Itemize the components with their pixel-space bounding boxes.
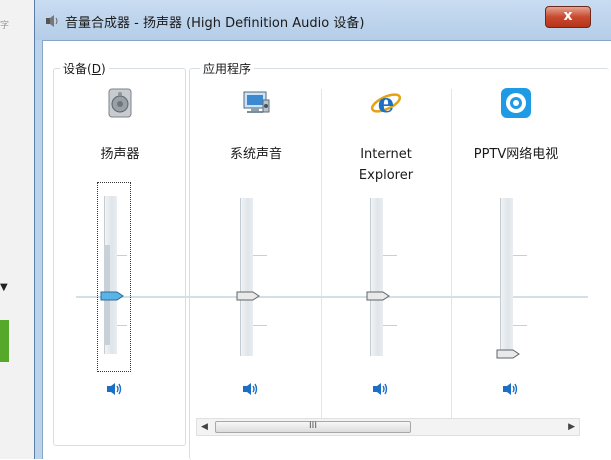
mute-button[interactable] [242,381,260,397]
app-name-line1: Internet [360,147,412,162]
slider-tick [253,255,267,256]
scroll-left-arrow-icon[interactable]: ◀ [201,422,208,432]
slider-tick [383,255,397,256]
volume-slider-thumb[interactable] [366,291,390,301]
internet-explorer-icon[interactable]: e [369,86,403,120]
app-name-line2: Explorer [358,168,414,183]
scrollbar-thumb[interactable]: III [215,421,411,433]
background-app: 字 ▼ [0,0,36,459]
slider-tick [253,325,267,326]
mute-button[interactable] [106,381,124,397]
background-arrow-icon: ▼ [0,282,8,293]
svg-text:e: e [378,89,395,119]
channel-internet-explorer: e Internet Explorer [321,86,451,406]
app-name: Internet Explorer [321,144,451,186]
title-bar[interactable]: 音量合成器 - 扬声器 (High Definition Audio 设备) x [35,0,611,40]
slider-tick [383,325,397,326]
mute-button[interactable] [372,381,390,397]
devices-mnemonic: D [91,62,101,76]
scrollbar-grip: III [309,421,317,431]
slider-tick [117,325,127,326]
speaker-title-icon [46,15,58,27]
background-text: 字 [0,21,10,31]
mute-button[interactable] [502,381,520,397]
device-name: 扬声器 [100,147,140,162]
slider-tick [117,255,127,256]
devices-group-label: 设备(D) [60,60,109,77]
speaker-device-icon[interactable] [103,86,137,120]
horizontal-scrollbar[interactable]: ◀ III ▶ [196,418,580,436]
scroll-right-arrow-icon[interactable]: ▶ [568,422,575,432]
system-sounds-icon[interactable] [239,86,273,120]
volume-slider-track[interactable] [370,198,383,356]
app-name: 系统声音 [229,147,282,162]
slider-tick [513,255,527,256]
volume-slider-thumb[interactable] [100,291,124,301]
applications-group-label: 应用程序 [200,60,255,77]
volume-slider-track[interactable] [240,198,253,356]
channel-system-sounds: 系统声音 [191,86,321,406]
volume-slider-thumb[interactable] [496,349,520,359]
close-button[interactable]: x [545,6,591,28]
volume-slider-thumb[interactable] [236,291,260,301]
slider-tick [513,325,527,326]
volume-slider-track[interactable] [500,198,513,356]
pptv-icon[interactable] [499,86,533,120]
window-title: 音量合成器 - 扬声器 (High Definition Audio 设备) [65,16,365,31]
app-name: PPTV网络电视 [473,147,559,162]
background-green-bar [0,320,9,362]
